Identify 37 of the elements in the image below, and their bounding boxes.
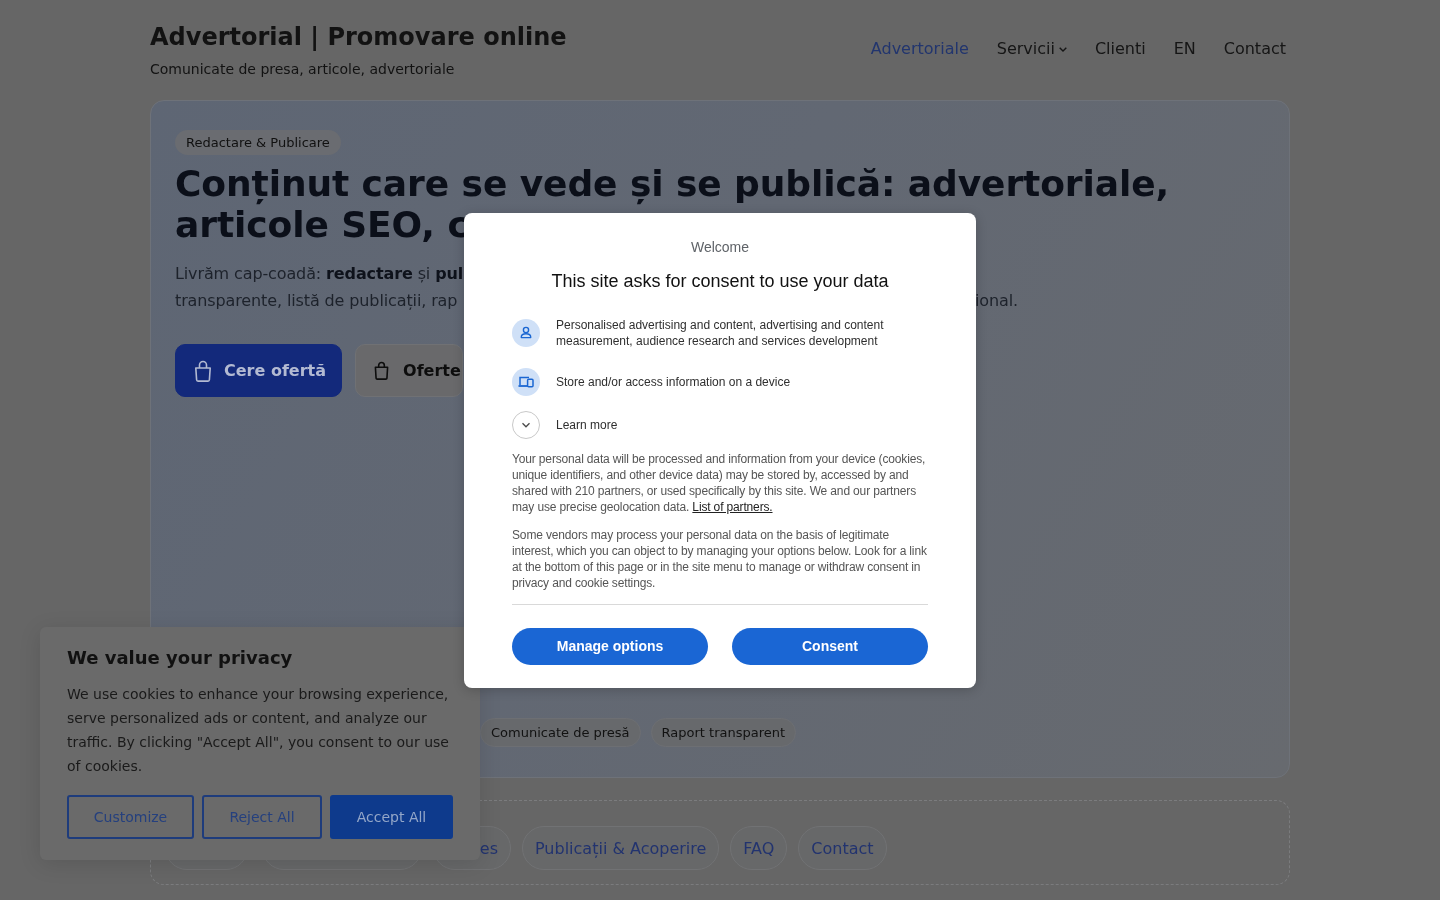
nav-link[interactable]: Advertoriale — [870, 38, 969, 60]
site-title[interactable]: Advertorial | Promovare online — [150, 22, 567, 52]
person-icon — [512, 318, 540, 347]
nav-link[interactable]: Servicii — [996, 38, 1067, 60]
hero-text: Livrăm cap-coadă: redactare și pul — [175, 263, 463, 285]
nav-link[interactable]: Clienti — [1094, 38, 1146, 60]
accept-all-button[interactable]: Accept All — [330, 795, 453, 839]
section-link[interactable]: FAQ — [730, 826, 788, 870]
section-link[interactable]: Publicații & Acoperire — [522, 826, 720, 870]
topic-tag: Comunicate de presă — [480, 718, 641, 747]
site-tagline: Comunicate de presa, articole, advertoriale — [150, 60, 456, 78]
reject-all-button[interactable]: Reject All — [202, 795, 322, 839]
learn-more-toggle[interactable]: Learn more — [512, 410, 618, 439]
consent-notice: Your personal data will be processed and information from your device (cookies, unique identifiers, and other device data) may be stored by, accessed by and shared with 210 partners, or used specifically by this site. We and our partners may use precise geolocation data. List of partners. — [512, 450, 927, 515]
manage-options-button[interactable]: Manage options — [512, 627, 708, 665]
shopping-bag-icon — [193, 359, 213, 382]
partners-link[interactable]: List of partners. — [692, 499, 773, 514]
consent-notice: Some vendors may process your personal data on the basis of legitimate interest, which you can object to by managing your options below. Look for a link at the bottom of this page or in the site menu to manage or withdraw consent in privacy and cookie settings. — [512, 526, 928, 591]
banner-text: We use cookies to enhance your browsing experience, serve personalized ads or content, and analyze our traffic. By clicking "Accept All", you consent to our use of cookies. — [67, 685, 450, 776]
consent-button[interactable]: Consent — [732, 627, 928, 665]
offers-button[interactable]: Oferte — [355, 344, 463, 397]
nav-link[interactable]: Contact — [1223, 38, 1286, 60]
shopping-bag-icon — [374, 361, 390, 380]
category-badge: Redactare & Publicare — [175, 130, 341, 155]
banner-title: We value your privacy — [67, 647, 294, 669]
section-link[interactable]: Contact — [798, 826, 887, 870]
devices-icon — [512, 367, 540, 396]
customize-button[interactable]: Customize — [67, 795, 194, 839]
dialog-title: This site asks for consent to use your data — [550, 269, 890, 292]
purpose-text: Store and/or access information on a device — [556, 373, 791, 390]
purpose-text: Personalised advertising and content, advertising and content measurement, audience research and services development — [556, 316, 885, 349]
nav-link[interactable]: EN — [1173, 38, 1196, 60]
topic-tag: Raport transparent — [650, 718, 797, 747]
request-offer-button[interactable]: Cere ofertă — [175, 344, 343, 397]
hero-text: transparente, listă de publicații, rap — [175, 290, 459, 312]
hero-text: ional. — [975, 290, 1018, 312]
chevron-down-icon — [512, 410, 540, 439]
